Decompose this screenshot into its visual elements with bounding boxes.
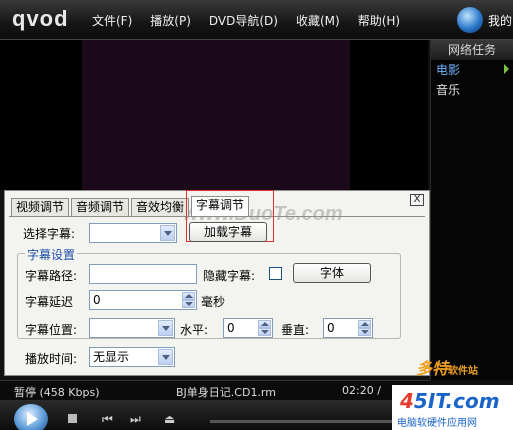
arrow-down-icon[interactable] (358, 328, 371, 336)
app-logo: qvod (12, 6, 69, 31)
duote-logo-sub: 软件站 (448, 366, 479, 377)
chevron-down-icon[interactable] (158, 349, 173, 365)
arrow-up-icon[interactable] (358, 320, 371, 328)
select-subtitle-label: 选择字幕: (23, 227, 76, 241)
45it-logo: 45IT.com (400, 389, 500, 413)
horizontal-input[interactable]: 0 (223, 318, 273, 338)
settings-dialog: www.DuoTe.com 视频调节 音频调节 音效均衡 字幕调节 X 选择字幕… (4, 190, 430, 376)
side-item-movies[interactable]: 电影 (431, 60, 513, 80)
subtitle-path-input[interactable] (89, 264, 197, 284)
side-panel-title[interactable]: 网络任务 (431, 40, 513, 60)
menu-help[interactable]: 帮助(H) (358, 12, 400, 29)
horizontal-label: 水平: (180, 323, 209, 337)
arrow-up-icon[interactable] (258, 320, 271, 328)
menu-dvd-nav[interactable]: DVD导航(D) (209, 12, 278, 29)
video-frame (82, 40, 350, 190)
arrow-down-icon[interactable] (182, 300, 195, 308)
tab-video-adjust[interactable]: 视频调节 (11, 198, 70, 216)
play-button[interactable] (14, 404, 48, 430)
vertical-stepper[interactable] (358, 320, 371, 336)
delay-input[interactable]: 0 (89, 290, 197, 310)
font-button[interactable]: 字体 (293, 263, 371, 283)
status-bar: 暂停 (458 Kbps) BJ单身日记.CD1.rm 02:20 / (0, 380, 430, 400)
playtime-select[interactable]: 无显示 (89, 347, 175, 367)
side-item-music[interactable]: 音乐 (431, 80, 513, 100)
stop-icon[interactable] (68, 414, 77, 423)
user-label[interactable]: 我的 (488, 12, 512, 29)
tab-audio-adjust[interactable]: 音频调节 (71, 198, 130, 216)
tab-subtitle-adjust[interactable]: 字幕调节 (191, 196, 250, 216)
subtitle-select[interactable] (89, 223, 177, 243)
playback-state: 暂停 (458 Kbps) (14, 386, 100, 399)
side-item-label: 电影 (436, 63, 461, 77)
arrow-down-icon[interactable] (258, 328, 271, 336)
vertical-label: 垂直: (281, 323, 310, 337)
subtitle-settings-title: 字幕设置 (25, 246, 78, 263)
horizontal-stepper[interactable] (258, 320, 271, 336)
current-filename: BJ单身日记.CD1.rm (176, 386, 276, 399)
position-select[interactable] (89, 318, 175, 338)
video-area[interactable] (0, 40, 428, 190)
tab-sound-eq[interactable]: 音效均衡 (131, 198, 190, 216)
horizontal-value: 0 (227, 321, 235, 335)
position-label: 字幕位置: (25, 323, 78, 337)
chevron-down-icon[interactable] (160, 225, 175, 241)
playback-time: 02:20 / (342, 384, 381, 397)
arrow-up-icon[interactable] (182, 292, 195, 300)
expand-arrow-icon (504, 64, 509, 74)
title-bar: qvod 文件(F) 播放(P) DVD导航(D) 收藏(M) 帮助(H) 我的 (0, 0, 513, 40)
duote-logo: 多特软件站 (416, 355, 478, 379)
next-icon[interactable]: ⏭ (130, 412, 141, 427)
playtime-select-value: 无显示 (93, 350, 130, 364)
delay-stepper[interactable] (182, 292, 195, 308)
side-item-label: 音乐 (436, 83, 461, 97)
45it-subtitle: 电脑软硬件应用网 (397, 418, 477, 429)
45it-logo-b: 5IT.com (413, 389, 500, 413)
menu-play[interactable]: 播放(P) (150, 12, 191, 29)
hide-subtitle-checkbox[interactable] (269, 267, 282, 280)
menu-bar: 文件(F) 播放(P) DVD导航(D) 收藏(M) 帮助(H) (92, 12, 418, 29)
chevron-down-icon[interactable] (158, 320, 173, 336)
close-icon[interactable]: X (410, 194, 424, 206)
vertical-input[interactable]: 0 (323, 318, 373, 338)
45it-logo-a: 4 (400, 389, 414, 413)
menu-file[interactable]: 文件(F) (92, 12, 132, 29)
open-file-icon[interactable]: ⏏ (164, 412, 175, 426)
previous-icon[interactable]: ⏮ (102, 412, 113, 427)
vertical-value: 0 (327, 321, 335, 335)
user-globe-icon[interactable] (457, 7, 483, 33)
delay-unit-label: 毫秒 (201, 295, 226, 309)
tab-divider (9, 216, 425, 217)
load-subtitle-button[interactable]: 加载字幕 (189, 222, 267, 242)
playtime-label: 播放时间: (25, 352, 78, 366)
dialog-tabs: 视频调节 音频调节 音效均衡 字幕调节 (11, 196, 251, 216)
duote-logo-text: 多特 (416, 359, 449, 378)
delay-label: 字幕延迟 (25, 295, 74, 309)
path-label: 字幕路径: (25, 269, 78, 283)
menu-favorites[interactable]: 收藏(M) (296, 12, 340, 29)
qvod-player-window: qvod 文件(F) 播放(P) DVD导航(D) 收藏(M) 帮助(H) 我的… (0, 0, 513, 430)
side-panel: 网络任务 电影 音乐 (430, 40, 513, 380)
delay-value: 0 (93, 293, 101, 307)
hide-subtitle-label: 隐藏字幕: (203, 269, 256, 283)
